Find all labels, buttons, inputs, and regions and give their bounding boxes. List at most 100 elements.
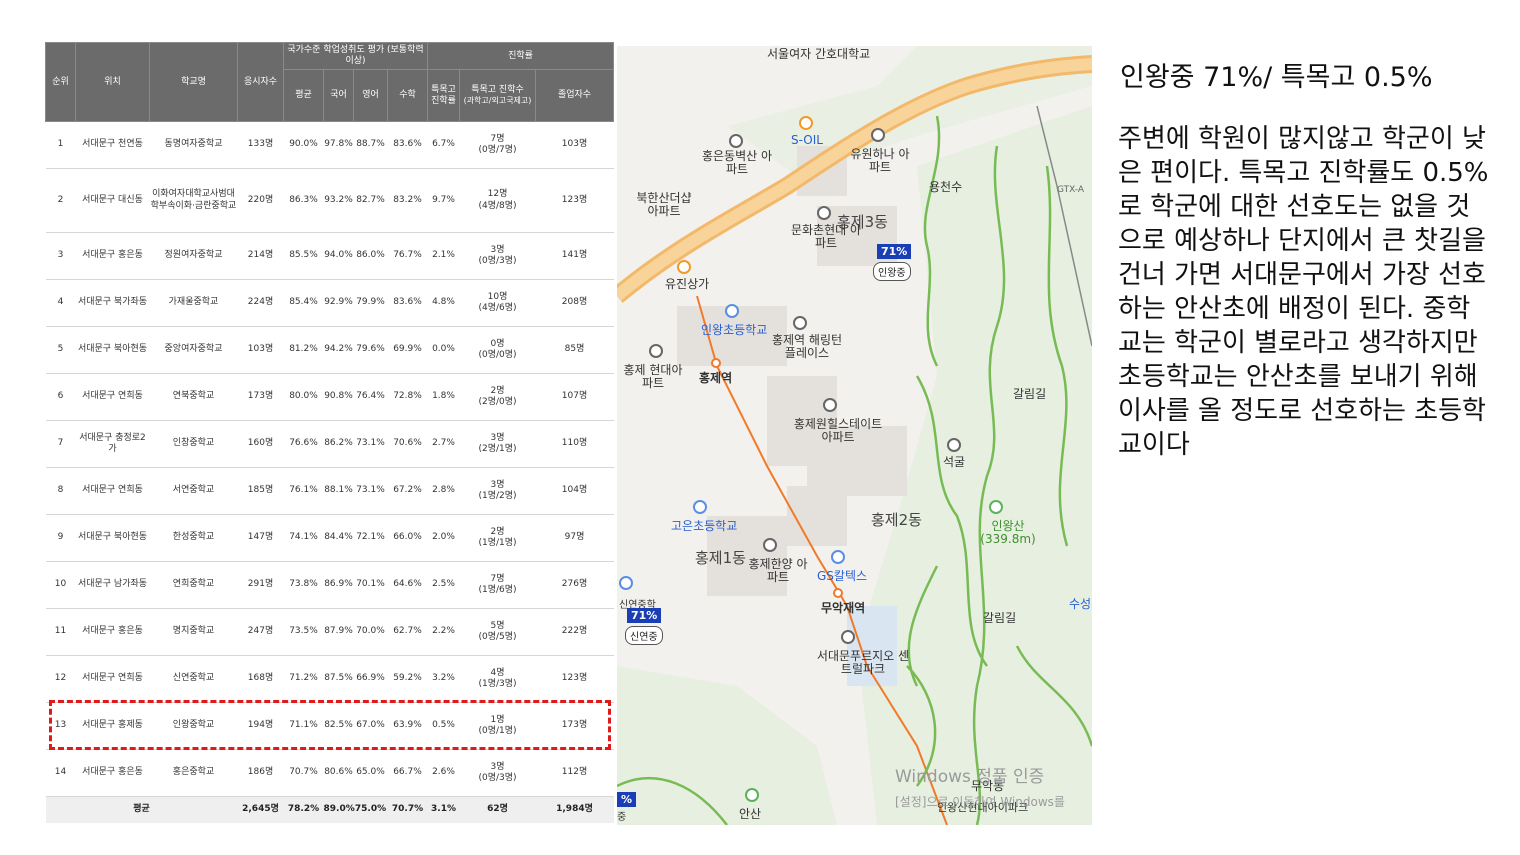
cell-math: 59.2%	[387, 655, 428, 703]
special-count-breakdown: (4명/8명)	[478, 200, 517, 211]
sinyeon-school-label[interactable]: 신연중	[625, 626, 663, 645]
cell-school: 신연중학교	[149, 655, 238, 703]
table-row[interactable]: 10 서대문구 남가좌동 연희중학교 291명 73.8% 86.9% 70.1% 64.6%…	[45, 561, 614, 609]
table-row[interactable]: 12 서대문구 연희동 신연중학교 168명 71.2% 87.5% 66.9% 59.2% 3…	[45, 655, 614, 703]
apartment-icon[interactable]	[841, 630, 855, 644]
special-count-breakdown: (0명/0명)	[478, 350, 517, 360]
cell-special-count: 2명 (2명/0명)	[459, 373, 536, 421]
table-row[interactable]: 4 서대문구 북가좌동 가재울중학교 224명 85.4% 92.9% 79.9% 83.6%…	[45, 279, 614, 327]
cell-special-rate: 2.5%	[427, 561, 460, 609]
inwang-school-label[interactable]: 인왕중	[873, 262, 911, 281]
cell-graduates: 123명	[535, 655, 614, 703]
cell-special-rate: 0.0%	[427, 326, 460, 374]
table-row[interactable]: 8 서대문구 연희동 서연중학교 185명 76.1% 88.1% 73.1% 67.2% 2.…	[45, 467, 614, 515]
cell-school: 중앙여자중학교	[149, 326, 238, 374]
cell-korean: 89.0%	[323, 796, 355, 823]
subway-station-icon[interactable]	[833, 588, 843, 598]
bottom-flag[interactable]: %	[617, 792, 637, 807]
mountain-icon[interactable]	[745, 788, 759, 802]
cell-math: 67.2%	[387, 467, 428, 515]
cell-location: 서대문구 북가좌동	[75, 279, 150, 327]
cave-icon[interactable]	[947, 438, 961, 452]
special-count-total: 3명	[490, 432, 505, 443]
cell-avg: 74.1%	[283, 514, 324, 562]
school-icon[interactable]	[619, 576, 633, 590]
cell-english: 67.0%	[353, 702, 388, 750]
gas-station-icon[interactable]	[831, 550, 845, 564]
apartment-icon[interactable]	[823, 398, 837, 412]
cell-graduates: 1,984명	[535, 796, 614, 823]
table-row[interactable]: 1 서대문구 천연동 동명여자중학교 133명 90.0% 97.8% 88.7% 83.6%…	[45, 121, 614, 169]
sinyeon-flag[interactable]: 71%	[627, 608, 662, 623]
cell-special-rate: 0.5%	[427, 702, 460, 750]
cell-rank: 13	[45, 702, 76, 750]
cell-test-takers: 133명	[237, 121, 284, 169]
apartment-icon[interactable]	[649, 344, 663, 358]
cell-graduates: 276명	[535, 561, 614, 609]
table-row[interactable]: 6 서대문구 연희동 연북중학교 173명 80.0% 90.8% 76.4% 72.8% 1.…	[45, 373, 614, 421]
table-row[interactable]: 2 서대문구 대신동 이화여자대학교사범대학부속이화·금란중학교 220명 86.3% 9…	[45, 168, 614, 233]
apartment-icon[interactable]	[871, 128, 885, 142]
inwang-flag[interactable]: 71%	[877, 244, 912, 259]
cell-special-rate: 2.0%	[427, 514, 460, 562]
header-advancement: 진학률	[426, 42, 615, 70]
table-row[interactable]: 13 서대문구 홍제동 인왕중학교 194명 71.1% 82.5% 67.0% 63.9% 0…	[45, 702, 614, 750]
cell-rank: 6	[45, 373, 76, 421]
table-row[interactable]: 14 서대문구 홍은동 홍은중학교 186명 70.7% 80.6% 65.0% 66.7% 2…	[45, 749, 614, 797]
cell-test-takers: 2,645명	[237, 796, 284, 823]
cell-avg: 86.3%	[283, 168, 324, 233]
table-row[interactable]: 9 서대문구 북아현동 한성중학교 147명 74.1% 84.4% 72.1% 66.0% 2…	[45, 514, 614, 562]
special-count-breakdown: (0명/3명)	[478, 256, 517, 266]
cell-special-rate: 2.2%	[427, 608, 460, 656]
cell-location: 서대문구 남가좌동	[75, 561, 150, 609]
gas-station-icon[interactable]	[799, 116, 813, 130]
shopping-icon[interactable]	[677, 260, 691, 274]
table-row[interactable]: 5 서대문구 북아현동 중앙여자중학교 103명 81.2% 94.2% 79.6% 69.9…	[45, 326, 614, 374]
table-row[interactable]: 11 서대문구 홍은동 명지중학교 247명 73.5% 87.9% 70.0% 62.7% 2…	[45, 608, 614, 656]
cell-school: 홍은중학교	[149, 749, 238, 797]
cell-school: 연북중학교	[149, 373, 238, 421]
cell-graduates: 173명	[535, 702, 614, 750]
header-graduates: 졸업자수	[534, 69, 615, 122]
cell-english: 70.1%	[353, 561, 388, 609]
cell-special-count: 12명 (4명/8명)	[459, 168, 536, 233]
cell-special-rate: 1.8%	[427, 373, 460, 421]
cell-english: 65.0%	[353, 749, 388, 797]
mountain-icon[interactable]	[989, 500, 1003, 514]
cell-school: 연희중학교	[149, 561, 238, 609]
table-row[interactable]: 3 서대문구 홍은동 정원여자중학교 214명 85.5% 94.0% 86.0% 76.7%…	[45, 232, 614, 280]
cell-school: 정원여자중학교	[149, 232, 238, 280]
header-math: 수학	[387, 69, 428, 122]
cell-special-count: 4명 (1명/3명)	[459, 655, 536, 703]
subway-station-icon[interactable]	[711, 358, 721, 368]
cell-test-takers: 185명	[237, 467, 284, 515]
map-label-yongcheonsu: 용천수	[929, 180, 963, 194]
cell-school: 한성중학교	[149, 514, 238, 562]
map-label-hongje-station-place: 홍제역 해링턴플레이스	[771, 333, 843, 361]
cell-avg: 73.8%	[283, 561, 324, 609]
map-view[interactable]: 서울여자 간호대학교 S-OIL 홍은동벽산 아파트 유원하나 아파트 북한산더…	[617, 46, 1092, 825]
header-test-takers: 응시자수	[237, 42, 284, 122]
apartment-icon[interactable]	[729, 134, 743, 148]
cell-test-takers: 147명	[237, 514, 284, 562]
school-icon[interactable]	[725, 304, 739, 318]
map-label-hongje-hyundai-apt: 홍제 현대아파트	[623, 363, 683, 391]
cell-korean: 86.9%	[323, 561, 354, 609]
cell-special-count: 62명	[459, 796, 536, 823]
cell-math: 63.9%	[387, 702, 428, 750]
map-label-gs-caltex: GS칼텍스	[817, 569, 868, 583]
map-label-galrimgil: 갈림길	[1013, 387, 1047, 401]
cell-avg: 70.7%	[283, 749, 324, 797]
cell-special-count: 3명 (0명/3명)	[459, 749, 536, 797]
apartment-icon[interactable]	[763, 538, 777, 552]
table-average-row: 평균 2,645명 78.2% 89.0% 75.0% 70.7% 3.1% 62명 1,984…	[45, 796, 614, 823]
cell-math: 66.7%	[387, 749, 428, 797]
table-row[interactable]: 7 서대문구 충정로2가 인창중학교 160명 76.6% 86.2% 73.1% 70.6%…	[45, 420, 614, 468]
windows-activation-watermark: Windows 정품 인증	[895, 767, 1045, 787]
school-icon[interactable]	[693, 500, 707, 514]
special-count-breakdown: (1명/6명)	[478, 585, 517, 595]
cell-korean: 84.4%	[323, 514, 354, 562]
apartment-icon[interactable]	[793, 316, 807, 330]
apartment-icon[interactable]	[817, 206, 831, 220]
cell-special-rate: 4.8%	[427, 279, 460, 327]
